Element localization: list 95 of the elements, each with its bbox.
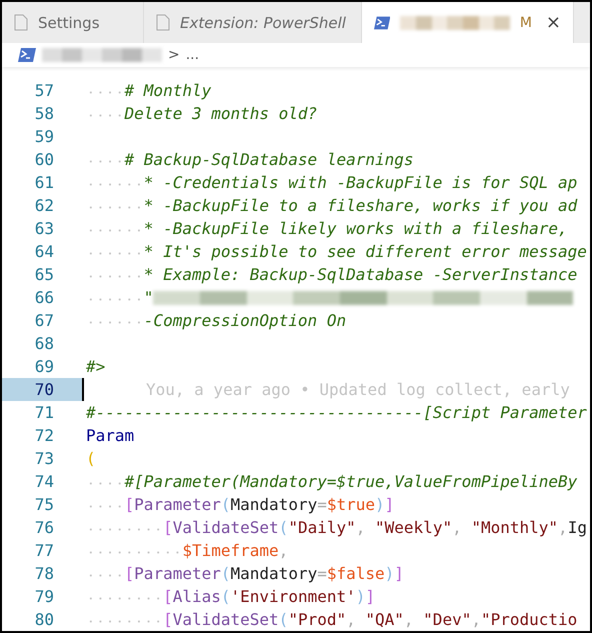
file-icon <box>14 14 28 31</box>
code-text: , <box>404 610 415 629</box>
modified-indicator: M <box>520 14 532 30</box>
code-text: Parameter <box>134 564 221 583</box>
code-text: ) <box>375 495 385 514</box>
code-text: ] <box>384 495 394 514</box>
breadcrumb-separator: > <box>168 47 180 63</box>
code-text: * -BackupFile to a fileshare, works if you ad <box>144 196 578 215</box>
code-text: "Weekly" <box>375 518 452 537</box>
line-number: 74 <box>34 471 55 493</box>
line-number: 77 <box>34 540 55 562</box>
code-text: " <box>144 288 154 307</box>
code-text: 'Environment' <box>230 587 356 606</box>
code-text: Param <box>86 426 134 445</box>
code-text: -CompressionOption On <box>144 311 346 330</box>
line-number: 80 <box>34 609 55 631</box>
code-text: ValidateSet <box>172 610 279 629</box>
editor-tab[interactable]: M × <box>362 2 574 43</box>
code-text: Mandatory <box>230 564 318 583</box>
line-number: 62 <box>34 195 55 217</box>
line-number: 60 <box>34 149 55 171</box>
code-text: ] <box>394 564 404 583</box>
code-text: "Daily" <box>288 518 356 537</box>
line-number: 66 <box>34 287 55 309</box>
line-number: 64 <box>34 241 55 263</box>
code-text: * -BackupFile likely works with a fileshare, <box>144 219 568 238</box>
code-text: "QA" <box>365 610 404 629</box>
line-number: 72 <box>34 425 55 447</box>
powershell-icon <box>18 48 36 62</box>
code-text: #[Parameter(Mandatory=$true,ValueFromPipelineBy <box>124 472 578 491</box>
line-number: 79 <box>34 586 55 608</box>
code-text: ( <box>220 495 231 514</box>
code-text: $false <box>326 564 385 583</box>
line-number: 75 <box>34 494 55 516</box>
line-number: 63 <box>34 218 55 240</box>
line-number: 59 <box>34 126 55 148</box>
line-number: 65 <box>34 264 55 286</box>
line-number: 76 <box>34 517 55 539</box>
code-text: ( <box>278 610 288 629</box>
file-icon <box>156 14 170 31</box>
code-text: ) <box>356 587 366 606</box>
code-text: * -Credentials with -BackupFile is for SQL ap <box>144 173 578 192</box>
line-number: 58 <box>34 103 55 125</box>
code-text: $Timeframe <box>182 541 279 560</box>
code-text: #> <box>86 357 106 376</box>
line-number: 68 <box>34 333 55 355</box>
code-text: Mandatory <box>230 495 318 514</box>
code-text: [ <box>163 587 173 606</box>
code-text: Alias <box>172 587 221 606</box>
code-text: * It's possible to see different error message <box>144 242 587 261</box>
code-text: #----------------------------------[Script Parameter <box>86 403 587 422</box>
close-icon[interactable]: × <box>546 12 561 33</box>
code-text: "Dev" <box>423 610 472 629</box>
code-text: Ig <box>568 518 587 537</box>
line-number: 61 <box>34 172 55 194</box>
code-text: ( <box>278 518 288 537</box>
line-number: 78 <box>34 563 55 585</box>
code-text: ( <box>220 564 231 583</box>
code-text: [ <box>124 564 134 583</box>
code-text: [ <box>124 495 134 514</box>
code-text: = <box>317 564 327 583</box>
code-text: * Example: Backup-SqlDatabase -ServerInstance <box>144 265 578 284</box>
line-number: 57 <box>34 80 55 102</box>
code-text: # Backup-SqlDatabase learnings <box>124 150 414 169</box>
line-number: 73 <box>34 448 55 470</box>
code-text: , <box>278 541 288 560</box>
code-text: , <box>346 610 357 629</box>
code-text: = <box>317 495 327 514</box>
line-number: 70 <box>2 378 82 401</box>
code-text: $true <box>326 495 376 514</box>
tab-label: Extension: PowerShell <box>180 14 346 32</box>
code-text: Parameter <box>134 495 221 514</box>
code-text: , <box>452 518 463 537</box>
code-text: , <box>471 610 481 629</box>
code-text: , <box>558 518 568 537</box>
code-text: ( <box>86 449 96 468</box>
code-text: ValidateSet <box>172 518 279 537</box>
code-text: "Prod" <box>288 610 346 629</box>
tab-label: Settings <box>38 14 100 32</box>
code-text: , <box>356 518 366 537</box>
code-text: ( <box>220 587 231 606</box>
code-text: "Monthly" <box>471 518 558 537</box>
code-text: ) <box>384 564 394 583</box>
blame-annotation: You, a year ago • Updated log collect, early <box>146 380 570 399</box>
breadcrumb-item[interactable]: ... <box>186 47 200 63</box>
code-text: # Monthly <box>124 81 212 100</box>
powershell-icon <box>374 16 390 30</box>
code-text: [ <box>163 610 173 629</box>
line-number: 67 <box>34 310 55 332</box>
code-text: Delete 3 months old? <box>124 104 318 123</box>
code-text: [ <box>163 518 173 537</box>
line-number: 71 <box>34 402 55 424</box>
code-text: ] <box>365 587 376 606</box>
code-text: "Productio <box>480 610 578 629</box>
line-number: 69 <box>34 356 55 378</box>
